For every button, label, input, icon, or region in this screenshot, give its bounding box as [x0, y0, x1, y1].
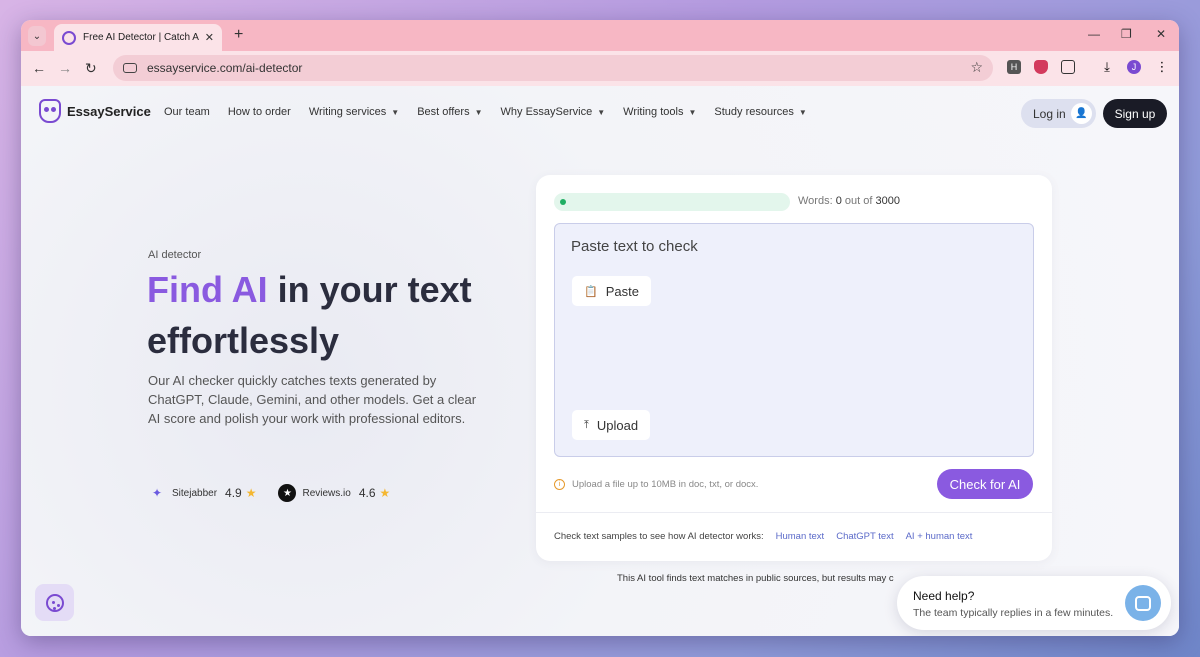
check-for-ai-button[interactable]: Check for AI: [937, 469, 1033, 499]
site-favicon-icon: [62, 30, 76, 45]
reviewsio-logo-icon: ★: [278, 484, 297, 502]
hero-eyebrow: AI detector: [148, 249, 202, 261]
sample-chatgpt-text[interactable]: ChatGPT text: [836, 531, 893, 542]
headline-accent: Find AI: [147, 269, 268, 310]
window-close-icon[interactable]: ✕: [1156, 27, 1166, 41]
extension-h-label: H: [1010, 62, 1018, 72]
word-progress-bar: [554, 193, 790, 211]
active-tab[interactable]: Free AI Detector | Catch AI Cont ✕: [54, 24, 222, 51]
site-info-icon[interactable]: [123, 63, 137, 73]
chat-launcher-button[interactable]: [1125, 585, 1161, 621]
nav-our-team[interactable]: Our team: [164, 106, 210, 118]
chat-icon: [1135, 595, 1151, 611]
shield-extension-icon[interactable]: [1034, 60, 1048, 74]
forward-icon[interactable]: →: [58, 60, 72, 76]
owl-logo-icon: [39, 99, 61, 123]
text-input-area[interactable]: Paste text to check 📋 Paste ⤒ Upload: [554, 223, 1034, 457]
sample-human-text[interactable]: Human text: [776, 531, 825, 542]
tab-strip: ⌄ Free AI Detector | Catch AI Cont ✕ + —…: [21, 20, 1179, 51]
rating-reviewsio[interactable]: ★ Reviews.io 4.6 ★: [278, 484, 390, 502]
main-nav: Our team How to order Writing services ▼ …: [164, 106, 825, 118]
extension-h-icon[interactable]: H: [1007, 60, 1021, 74]
tab-search-icon[interactable]: ⌄: [28, 26, 46, 46]
cookie-settings-button[interactable]: [35, 584, 74, 621]
nav-how-to-order[interactable]: How to order: [228, 106, 291, 118]
tab-title: Free AI Detector | Catch AI Cont: [83, 32, 199, 43]
address-bar[interactable]: essayservice.com/ai-detector ☆: [113, 55, 993, 81]
browser-toolbar: ← → ↻ essayservice.com/ai-detector ☆ H ⤓…: [21, 51, 1179, 86]
download-icon[interactable]: ⤓: [1100, 59, 1114, 74]
ai-detector-card: Words: 0 out of 3000 Paste text to check…: [536, 175, 1052, 561]
browser-menu-icon[interactable]: ⋮: [1155, 59, 1169, 74]
nav-writing-services[interactable]: Writing services ▼: [309, 106, 399, 118]
user-icon: 👤: [1071, 103, 1092, 124]
info-icon: i: [554, 479, 565, 490]
nav-why-essayservice[interactable]: Why EssayService ▼: [501, 106, 606, 118]
site-header: EssayService Our team How to order Writi…: [21, 86, 1179, 139]
star-icon: ★: [245, 486, 257, 500]
brand-name: EssayService: [67, 103, 151, 119]
login-button[interactable]: Log in 👤: [1021, 99, 1096, 128]
bookmark-star-icon[interactable]: ☆: [970, 59, 983, 76]
site-logo[interactable]: EssayService: [39, 99, 151, 123]
chevron-down-icon: ▼: [597, 108, 606, 117]
profile-avatar[interactable]: J: [1127, 60, 1141, 74]
extensions-puzzle-icon[interactable]: [1061, 60, 1075, 74]
nav-writing-tools[interactable]: Writing tools ▼: [623, 106, 696, 118]
text-placeholder: Paste text to check: [571, 238, 698, 255]
chevron-down-icon: ▼: [391, 108, 400, 117]
sample-ai-human-text[interactable]: AI + human text: [906, 531, 973, 542]
nav-best-offers[interactable]: Best offers ▼: [417, 106, 482, 118]
cookie-icon: [45, 593, 64, 612]
word-counter: Words: 0 out of 3000: [798, 195, 900, 207]
minimize-icon[interactable]: —: [1088, 27, 1100, 41]
clipboard-icon: 📋: [584, 285, 598, 298]
new-tab-icon[interactable]: +: [234, 26, 243, 44]
sitejabber-logo-icon: ✦: [151, 486, 163, 500]
ratings-row: ✦ Sitejabber 4.9 ★ ★ Reviews.io 4.6 ★: [148, 484, 412, 502]
upload-button[interactable]: ⤒ Upload: [572, 410, 651, 440]
disclaimer-text: This AI tool finds text matches in publi…: [617, 573, 894, 584]
page-content: EssayService Our team How to order Writi…: [21, 86, 1179, 636]
star-icon: ★: [379, 486, 391, 500]
chevron-down-icon: ▼: [798, 108, 807, 117]
samples-row: Check text samples to see how AI detecto…: [554, 531, 973, 542]
help-widget[interactable]: Need help? The team typically replies in…: [897, 576, 1171, 630]
back-icon[interactable]: ←: [32, 60, 46, 76]
help-title: Need help?: [913, 589, 975, 603]
card-divider: [536, 512, 1052, 513]
signup-button[interactable]: Sign up: [1103, 99, 1167, 128]
restore-icon[interactable]: ❐: [1121, 27, 1132, 41]
upload-icon: ⤒: [584, 418, 589, 431]
tab-close-icon[interactable]: ✕: [205, 31, 214, 44]
hero-headline: Find AI in your text effortlessly: [147, 264, 507, 366]
word-progress-fill: [560, 199, 566, 205]
hero-description: Our AI checker quickly catches texts gen…: [148, 373, 477, 426]
nav-study-resources[interactable]: Study resources ▼: [714, 106, 806, 118]
help-subtitle: The team typically replies in a few minu…: [913, 607, 1114, 619]
reload-icon[interactable]: ↻: [85, 60, 97, 77]
chevron-down-icon: ▼: [474, 108, 483, 117]
login-label: Log in: [1033, 106, 1066, 121]
profile-initial: J: [1131, 62, 1137, 72]
browser-window: ⌄ Free AI Detector | Catch AI Cont ✕ + —…: [21, 20, 1179, 636]
rating-sitejabber[interactable]: ✦ Sitejabber 4.9 ★: [148, 484, 257, 502]
upload-hint: i Upload a file up to 10MB in doc, txt, …: [554, 479, 758, 490]
paste-button[interactable]: 📋 Paste: [572, 276, 651, 306]
address-url: essayservice.com/ai-detector: [147, 61, 303, 75]
chevron-down-icon: ▼: [688, 108, 697, 117]
